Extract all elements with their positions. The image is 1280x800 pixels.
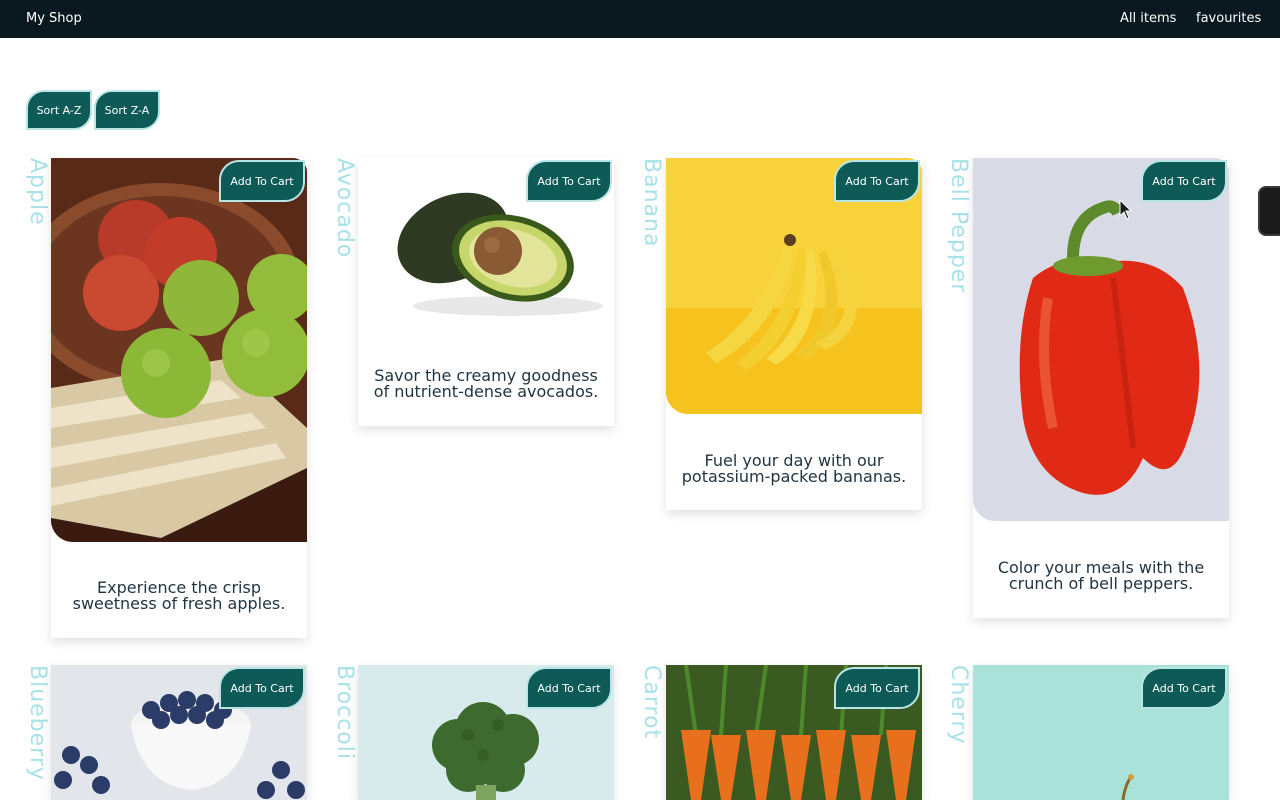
- product-description-bell-pepper: Color your meals with the crunch of bell…: [997, 558, 1205, 593]
- product-name-cherry: Cherry: [946, 665, 971, 745]
- product-card-avocado: Add To Cart Savor the creamy goodness of…: [358, 158, 614, 426]
- product-name-blueberry: Blueberry: [25, 665, 50, 781]
- product-name-apple: Apple: [25, 158, 50, 226]
- top-navigation-bar: My Shop All items favourites: [0, 0, 1280, 38]
- product-card-carrot: Add To Cart: [666, 665, 922, 800]
- product-description-apple: Experience the crisp sweetness of fresh …: [72, 578, 286, 613]
- add-to-cart-button[interactable]: Add To Cart: [834, 160, 920, 202]
- sort-z-a-button[interactable]: Sort Z-A: [94, 90, 160, 130]
- add-to-cart-button[interactable]: Add To Cart: [219, 667, 305, 709]
- product-card-broccoli: Add To Cart: [358, 665, 614, 800]
- product-card-blueberry: Add To Cart: [51, 665, 307, 800]
- sort-a-z-button[interactable]: Sort A-Z: [26, 90, 92, 130]
- product-description-banana: Fuel your day with our potassium-packed …: [681, 451, 907, 486]
- product-card-apple: Add To Cart Experience the crisp sweetne…: [51, 158, 307, 638]
- add-to-cart-button[interactable]: Add To Cart: [1141, 667, 1227, 709]
- product-name-bell-pepper: Bell Pepper: [946, 158, 971, 294]
- scroll-to-top-button[interactable]: [1258, 186, 1280, 236]
- add-to-cart-button[interactable]: Add To Cart: [526, 160, 612, 202]
- product-name-carrot: Carrot: [639, 665, 664, 740]
- brand-name[interactable]: My Shop: [26, 11, 82, 26]
- product-name-banana: Banana: [639, 158, 664, 248]
- product-name-avocado: Avocado: [332, 158, 357, 259]
- product-description-avocado: Savor the creamy goodness of nutrient-de…: [373, 366, 599, 401]
- nav-all-items[interactable]: All items: [1120, 11, 1176, 26]
- add-to-cart-button[interactable]: Add To Cart: [526, 667, 612, 709]
- apple-image: [51, 158, 307, 542]
- bell-pepper-image: [973, 158, 1229, 521]
- add-to-cart-button[interactable]: Add To Cart: [834, 667, 920, 709]
- product-card-bell-pepper: Add To Cart Color your meals with the cr…: [973, 158, 1229, 618]
- add-to-cart-button[interactable]: Add To Cart: [1141, 160, 1227, 202]
- product-name-broccoli: Broccoli: [332, 665, 357, 760]
- mouse-pointer-icon: [1119, 199, 1133, 220]
- product-card-cherry: Add To Cart: [973, 665, 1229, 800]
- nav-favourites[interactable]: favourites: [1196, 11, 1261, 26]
- product-card-banana: Add To Cart Fuel your day with our potas…: [666, 158, 922, 510]
- add-to-cart-button[interactable]: Add To Cart: [219, 160, 305, 202]
